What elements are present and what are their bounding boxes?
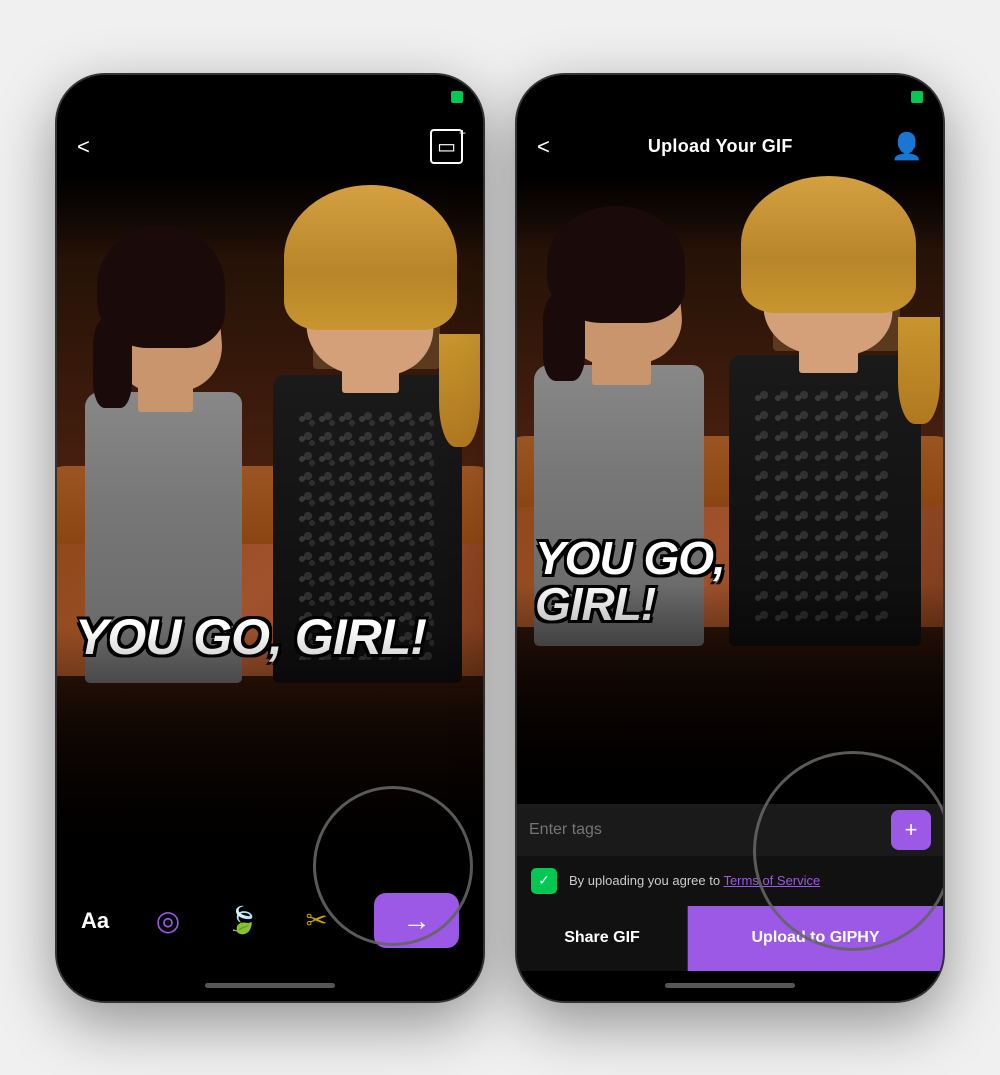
scissors-tool-icon: ✂ xyxy=(306,905,328,936)
page-title: Upload Your GIF xyxy=(648,136,793,157)
woman-right-hair-strand-1 xyxy=(439,334,480,447)
toolbar-1: Aa ◎ 🍃 ✂ → xyxy=(57,871,483,971)
terms-text: By uploading you agree to Terms of Servi… xyxy=(569,873,820,888)
share-gif-button[interactable]: Share GIF xyxy=(517,906,688,971)
text-tool-btn[interactable]: Aa xyxy=(81,908,109,934)
dark-bottom-2 xyxy=(517,583,943,803)
crop-icon-1[interactable]: + ▭ xyxy=(430,129,463,164)
home-indicator-1 xyxy=(57,971,483,1001)
next-arrow-icon: → xyxy=(402,905,430,937)
scissors-tool-btn[interactable]: ✂ xyxy=(306,905,328,936)
woman-left-hair-side-2 xyxy=(543,295,586,381)
sticker-tool-btn[interactable]: ◎ xyxy=(156,904,180,937)
home-bar-1 xyxy=(205,983,335,988)
battery-indicator-2 xyxy=(911,91,923,103)
back-button-1[interactable]: < xyxy=(77,134,90,160)
upload-to-giphy-button[interactable]: Upload to GIPHY xyxy=(688,906,943,971)
leaf-tool-btn[interactable]: 🍃 xyxy=(227,905,259,936)
tags-input[interactable] xyxy=(529,821,883,839)
tags-bar: + xyxy=(517,804,943,856)
phone-frame-1: < + ▭ xyxy=(55,73,485,1003)
nav-bar-2: < Upload Your GIF 👤 xyxy=(517,119,943,175)
next-button[interactable]: → xyxy=(374,893,459,948)
terms-row: ✓ By uploading you agree to Terms of Ser… xyxy=(517,856,943,906)
home-indicator-2 xyxy=(517,971,943,1001)
woman-right-hair-1 xyxy=(284,185,457,330)
status-bar-2 xyxy=(517,75,943,119)
profile-icon[interactable]: 👤 xyxy=(891,131,923,162)
tags-add-button[interactable]: + xyxy=(891,810,931,850)
home-bar-2 xyxy=(665,983,795,988)
sticker-tool-icon: ◎ xyxy=(156,904,180,937)
phone-frame-2: < Upload Your GIF 👤 xyxy=(515,73,945,1003)
gif-preview-2: YOU GO,GIRL! xyxy=(517,175,943,804)
back-button-2[interactable]: < xyxy=(537,134,550,160)
action-buttons: Share GIF Upload to GIPHY xyxy=(517,906,943,971)
battery-indicator-1 xyxy=(451,91,463,103)
terms-checkbox[interactable]: ✓ xyxy=(531,868,557,894)
text-tool-icon: Aa xyxy=(81,908,109,934)
leaf-tool-icon: 🍃 xyxy=(227,905,259,936)
woman-right-hair-strand-2 xyxy=(898,317,940,424)
woman-right-hair-2 xyxy=(741,176,917,313)
woman-left-hair-side-1 xyxy=(93,319,132,408)
nav-bar-1: < + ▭ xyxy=(57,119,483,175)
terms-link[interactable]: Terms of Service xyxy=(723,873,820,888)
status-bar-1 xyxy=(57,75,483,119)
gif-preview-1: YOU GO, GIRL! xyxy=(57,175,483,871)
dark-bottom-1 xyxy=(57,627,483,871)
